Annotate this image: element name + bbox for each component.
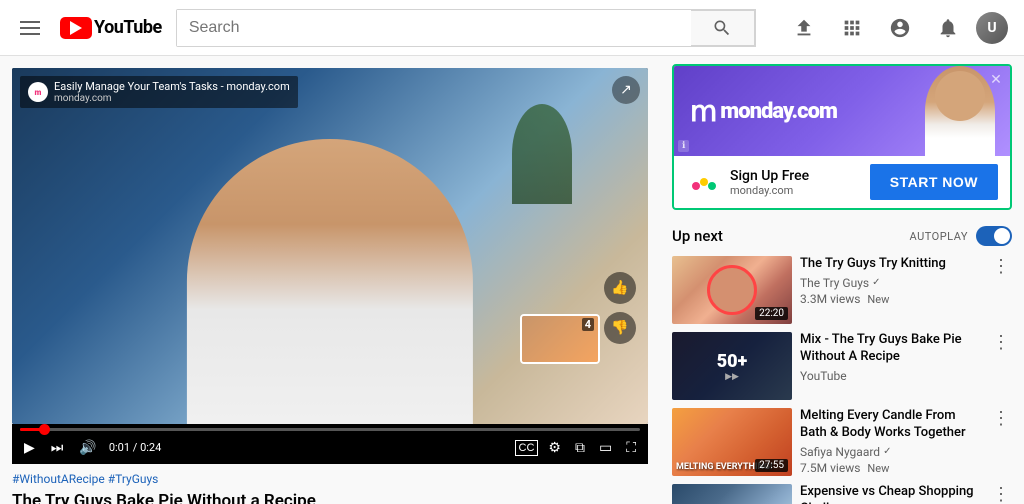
search-button[interactable] — [691, 10, 755, 46]
progress-fill — [20, 428, 45, 431]
hamburger-menu[interactable] — [16, 17, 44, 39]
video-like-area: 👍 👎 — [604, 272, 636, 344]
video-info: #WithoutARecipe #TryGuys The Try Guys Ba… — [12, 464, 648, 504]
ad-container: ⅿ monday.com ✕ ℹ — [672, 64, 1012, 210]
card-title-3: Melting Every Candle From Bath & Body Wo… — [800, 408, 982, 442]
play-button[interactable]: ▶ — [20, 437, 39, 458]
card-meta-3: 7.5M views New — [800, 461, 982, 475]
avatar[interactable]: U — [976, 12, 1008, 44]
video-list: 22:20 The Try Guys Try Knitting The Try … — [672, 256, 1012, 504]
card-channel-2: YouTube — [800, 369, 982, 383]
card-badge-1: New — [867, 293, 889, 306]
card-channel-1: The Try Guys ✓ — [800, 276, 982, 290]
theater-button[interactable]: ▭ — [595, 437, 616, 458]
controls-row: ▶ ⏭ 🔊 0:01 / 0:24 CC ⚙ ⧉ ▭ ⛶ — [20, 437, 640, 458]
time-display: 0:01 / 0:24 — [109, 441, 161, 454]
verified-icon-1: ✓ — [872, 277, 880, 288]
video-card-candle[interactable]: MELTING EVERYTHING! 27:55 Melting Every … — [672, 408, 1012, 476]
card-info-2: Mix - The Try Guys Bake Pie Without A Re… — [800, 332, 982, 400]
card-title-2: Mix - The Try Guys Bake Pie Without A Re… — [800, 332, 982, 366]
ad-banner: ⅿ monday.com ✕ ℹ — [674, 66, 1010, 156]
monday-icon-sm — [686, 164, 722, 200]
card-badge-3: New — [867, 462, 889, 475]
card-info-1: The Try Guys Try Knitting The Try Guys ✓… — [800, 256, 982, 324]
progress-bar[interactable] — [20, 428, 640, 431]
search-bar — [176, 9, 756, 47]
card-title-1: The Try Guys Try Knitting — [800, 256, 982, 273]
video-card-knitting[interactable]: 22:20 The Try Guys Try Knitting The Try … — [672, 256, 1012, 324]
video-person — [187, 139, 473, 424]
video-title: The Try Guys Bake Pie Without a Recipe — [12, 490, 648, 504]
video-controls: ▶ ⏭ 🔊 0:01 / 0:24 CC ⚙ ⧉ ▭ ⛶ — [12, 424, 648, 464]
video-section: m Easily Manage Your Team's Tasks - mond… — [0, 56, 660, 504]
sidebar: ⅿ monday.com ✕ ℹ — [660, 56, 1024, 504]
video-overlay-top: m Easily Manage Your Team's Tasks - mond… — [12, 68, 648, 116]
search-input[interactable] — [177, 10, 691, 46]
settings-button[interactable]: ⚙ — [544, 437, 565, 458]
card-thumb-candle: MELTING EVERYTHING! 27:55 — [672, 408, 792, 476]
dislike-button[interactable]: 👎 — [604, 312, 636, 344]
video-share-icon[interactable]: ↗ — [612, 76, 640, 104]
card-thumb-knitting: 22:20 — [672, 256, 792, 324]
video-card-expensive[interactable]: EXPENSIVE vs CHEAP Expensive vs Cheap Sh… — [672, 484, 1012, 504]
ad-info-icon[interactable]: ℹ — [678, 140, 689, 152]
card-duration-3: 27:55 — [755, 459, 788, 472]
card-info-4: Expensive vs Cheap Shopping Challenge — [800, 484, 982, 504]
youtube-logo[interactable]: YouTube — [60, 17, 162, 39]
up-next-header: Up next AUTOPLAY — [672, 226, 1012, 246]
ad-bottom: Sign Up Free monday.com START NOW — [674, 156, 1010, 208]
card-duration-1: 22:20 — [755, 307, 788, 320]
thumbnail-number: 4 — [582, 318, 594, 331]
autoplay-row: AUTOPLAY — [910, 226, 1012, 246]
account-circle-icon[interactable] — [880, 8, 920, 48]
header: YouTube U — [0, 0, 1024, 56]
card-more-button-4[interactable]: ⋮ — [990, 484, 1012, 504]
next-button[interactable]: ⏭ — [47, 437, 68, 458]
video-title-overlay: m Easily Manage Your Team's Tasks - mond… — [20, 76, 298, 108]
card-thumb-mix: 50+ ▶▶ — [672, 332, 792, 400]
main-layout: m Easily Manage Your Team's Tasks - mond… — [0, 56, 1024, 504]
card-meta-1: 3.3M views New — [800, 292, 982, 306]
upload-icon[interactable] — [784, 8, 824, 48]
volume-button[interactable]: 🔊 — [75, 437, 100, 458]
header-left: YouTube — [16, 17, 162, 39]
apps-icon[interactable] — [832, 8, 872, 48]
card-more-button-3[interactable]: ⋮ — [990, 408, 1012, 476]
next-video-thumbnail[interactable]: 4 — [520, 314, 600, 364]
cc-button[interactable]: CC — [515, 440, 539, 456]
card-title-4: Expensive vs Cheap Shopping Challenge — [800, 484, 982, 504]
video-tags[interactable]: #WithoutARecipe #TryGuys — [12, 472, 648, 486]
search-icon — [712, 18, 732, 38]
monday-logo: ⅿ monday.com — [690, 95, 837, 128]
yt-logo-text: YouTube — [94, 17, 162, 38]
monday-logo-overlay: m — [28, 82, 48, 102]
miniplayer-button[interactable]: ⧉ — [571, 437, 589, 458]
card-channel-3: Safiya Nygaard ✓ — [800, 445, 982, 459]
autoplay-label: AUTOPLAY — [910, 230, 968, 243]
toggle-dot — [994, 228, 1010, 244]
notifications-icon[interactable] — [928, 8, 968, 48]
up-next-title: Up next — [672, 227, 723, 245]
progress-dot — [39, 424, 50, 435]
verified-icon-3: ✓ — [883, 446, 891, 457]
ad-bottom-left: Sign Up Free monday.com — [686, 164, 809, 200]
card-thumb-expensive: EXPENSIVE vs CHEAP — [672, 484, 792, 504]
video-player[interactable]: m Easily Manage Your Team's Tasks - mond… — [12, 68, 648, 424]
controls-right: CC ⚙ ⧉ ▭ ⛶ — [515, 437, 641, 458]
like-button[interactable]: 👍 — [604, 272, 636, 304]
overlay-title-text: Easily Manage Your Team's Tasks - monday… — [54, 80, 290, 104]
card-more-button-1[interactable]: ⋮ — [990, 256, 1012, 324]
autoplay-toggle[interactable] — [976, 226, 1012, 246]
card-more-button-2[interactable]: ⋮ — [990, 332, 1012, 400]
card-info-3: Melting Every Candle From Bath & Body Wo… — [800, 408, 982, 476]
ad-close-button[interactable]: ✕ — [986, 70, 1006, 90]
plant-decoration — [512, 104, 572, 204]
header-center — [176, 9, 756, 47]
fullscreen-button[interactable]: ⛶ — [622, 437, 640, 458]
header-right: U — [784, 8, 1008, 48]
yt-icon — [60, 17, 92, 39]
ad-text-block: Sign Up Free monday.com — [730, 168, 809, 197]
video-card-mix[interactable]: 50+ ▶▶ Mix - The Try Guys Bake Pie Witho… — [672, 332, 1012, 400]
start-now-button[interactable]: START NOW — [870, 164, 998, 200]
